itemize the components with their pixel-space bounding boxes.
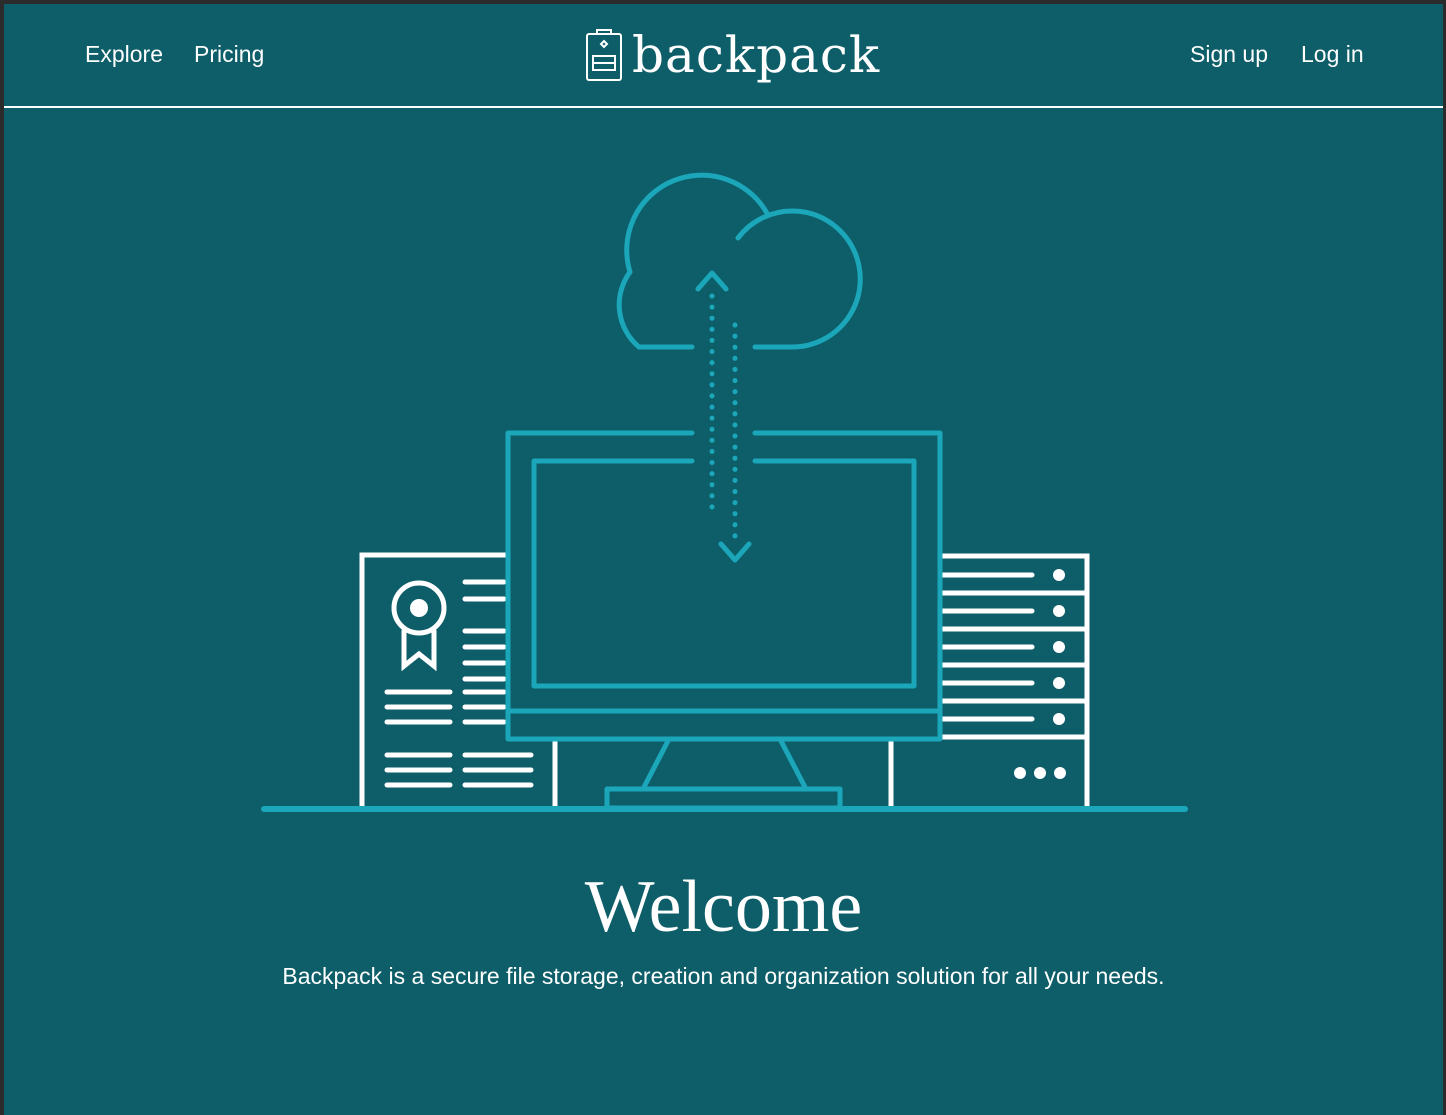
certificate-icon xyxy=(359,552,558,809)
server-rack-icon xyxy=(888,553,1090,809)
page: Explore Pricing backpack Sign up Log in xyxy=(4,4,1443,1115)
cloud-icon xyxy=(616,172,863,350)
sync-arrows-icon xyxy=(695,270,752,563)
welcome-heading: Welcome xyxy=(584,866,863,948)
monitor-icon xyxy=(505,430,943,811)
hero-tagline: Backpack is a secure file storage, creat… xyxy=(282,963,1165,989)
